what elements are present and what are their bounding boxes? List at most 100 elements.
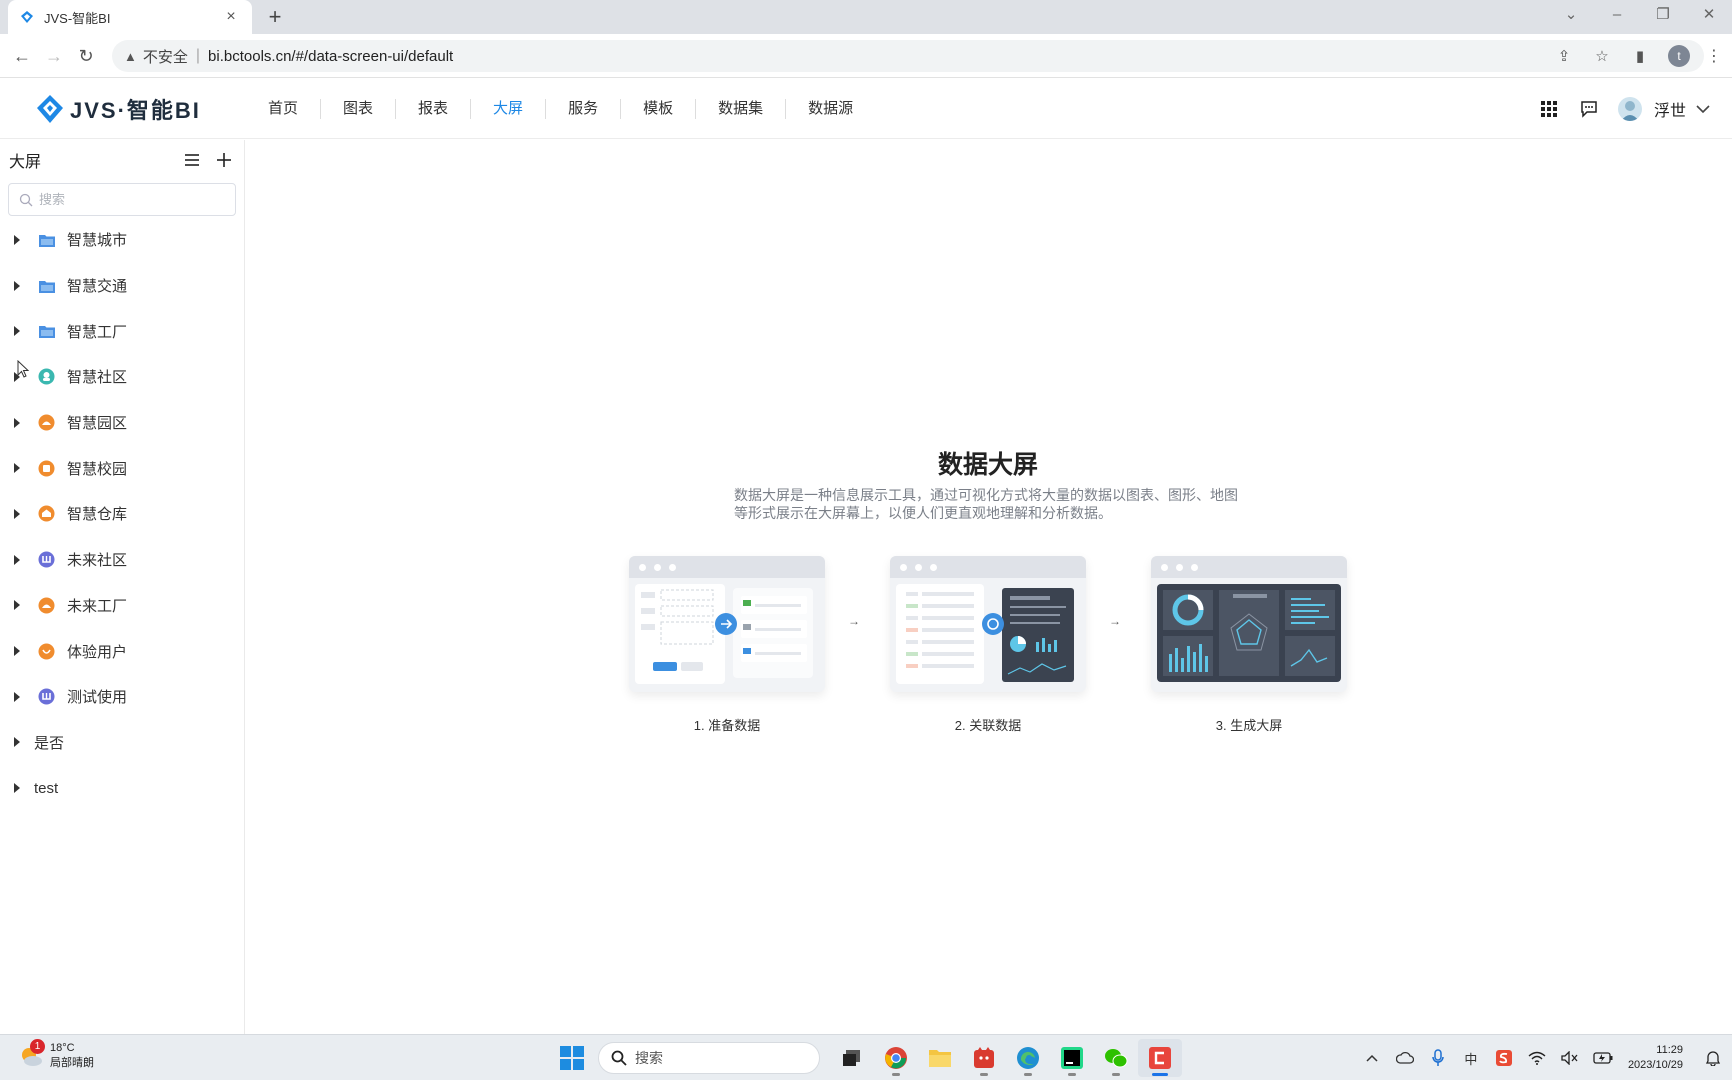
tree-item-test[interactable]: test [0,765,245,811]
task-view-icon[interactable] [830,1039,874,1077]
pycharm-icon[interactable] [1050,1039,1094,1077]
address-bar[interactable]: ▲ 不安全 | bi.bctools.cn/#/data-screen-ui/d… [112,40,1704,72]
bookmark-star-icon[interactable]: ☆ [1592,47,1612,65]
notification-badge: 1 [30,1039,45,1054]
step-arrow-icon: → [1109,614,1121,628]
forward-icon[interactable]: → [42,44,66,68]
search-input[interactable] [39,192,219,207]
app-cat-icon[interactable] [962,1039,1006,1077]
warehouse-circle-icon [38,505,55,522]
app-logo[interactable]: JVS·智能BI [36,93,201,125]
tree-item-label: 未来工厂 [67,597,128,615]
search-icon [19,193,33,207]
collapse-list-icon[interactable] [181,149,203,171]
share-icon[interactable]: ⇪ [1554,47,1574,65]
expand-caret-icon[interactable] [14,326,22,336]
tree-item-smart-campus[interactable]: 智慧校园 [0,445,245,491]
tree-item-smart-city[interactable]: 智慧城市 [0,217,245,263]
nav-big-screen[interactable]: 大屏 [471,99,547,119]
user-avatar[interactable] [1617,97,1642,121]
clock[interactable]: 11:29 2023/10/29 [1628,1043,1683,1073]
tree-item-label: 是否 [34,734,65,752]
wechat-icon[interactable] [1094,1039,1138,1077]
tab-search-icon[interactable]: ⌄ [1548,0,1594,34]
expand-caret-icon[interactable] [14,783,22,793]
nav-templates[interactable]: 模板 [621,99,697,119]
message-icon[interactable] [1578,98,1600,120]
tree-item-label: 智慧社区 [67,369,128,387]
profile-avatar[interactable]: t [1668,45,1690,67]
step-label: 2. 关联数据 [954,718,1022,733]
apps-grid-icon[interactable] [1538,98,1560,120]
expand-caret-icon[interactable] [14,418,22,428]
chevron-down-icon[interactable] [1696,101,1710,117]
browser-menu-icon[interactable]: ⋮ [1706,46,1722,66]
side-panel-icon[interactable]: ▮ [1630,47,1650,65]
cloud-icon[interactable] [1394,1047,1416,1069]
nav-services[interactable]: 服务 [546,99,622,119]
expand-caret-icon[interactable] [14,646,22,656]
chrome-icon[interactable] [874,1039,918,1077]
url-text[interactable]: bi.bctools.cn/#/data-screen-ui/default [208,48,453,65]
nav-reports[interactable]: 报表 [396,99,472,119]
nav-home[interactable]: 首页 [246,99,322,119]
tree-item-smart-warehouse[interactable]: 智慧仓库 [0,491,245,537]
tree-item-future-community[interactable]: 未来社区 [0,537,245,583]
tree-item-smart-traffic[interactable]: 智慧交通 [0,263,245,309]
battery-icon[interactable] [1592,1047,1614,1069]
park-circle-icon [38,414,55,431]
tree-item-label: 智慧交通 [67,278,128,296]
tree-item-testing[interactable]: 测试使用 [0,674,245,720]
taskbar-search[interactable]: 搜索 [598,1042,820,1074]
main-nav: 首页 图表 报表 大屏 服务 模板 数据集 数据源 [246,79,875,139]
system-tray: 中 11:29 2023/10/29 [1350,1035,1724,1080]
tree-item-trial-users[interactable]: 体验用户 [0,628,245,674]
back-icon[interactable]: ← [10,44,34,68]
tree-item-yes-no[interactable]: 是否 [0,720,245,766]
weather-widget[interactable]: 1 18°C 局部晴朗 [18,1039,94,1071]
nav-datasets[interactable]: 数据集 [696,99,787,119]
browser-tab[interactable]: JVS-智能BI × [8,0,252,34]
sidebar-search[interactable] [8,183,236,216]
reload-icon[interactable]: ↻ [74,44,98,68]
expand-caret-icon[interactable] [14,692,22,702]
expand-caret-icon[interactable] [14,235,22,245]
app-c-icon[interactable] [1138,1039,1182,1077]
expand-caret-icon[interactable] [14,509,22,519]
tree-item-smart-park[interactable]: 智慧园区 [0,400,245,446]
screen-tree: 智慧城市 智慧交通 智慧工厂 智慧社区 智慧园区 智慧校园 智慧仓库 未来社区 … [0,217,245,811]
nav-datasources[interactable]: 数据源 [786,99,875,119]
expand-caret-icon[interactable] [14,281,22,291]
restore-icon[interactable]: ❐ [1640,0,1686,34]
security-label[interactable]: 不安全 [143,46,188,67]
expand-caret-icon[interactable] [14,555,22,565]
community-circle-icon [38,368,55,385]
sogou-ime-icon[interactable] [1493,1047,1515,1069]
user-name[interactable]: 浮世 [1654,97,1686,121]
wifi-icon[interactable] [1526,1047,1548,1069]
file-explorer-icon[interactable] [918,1039,962,1077]
warning-icon[interactable]: ▲ [124,49,137,64]
edge-browser-icon[interactable] [1006,1039,1050,1077]
expand-caret-icon[interactable] [14,737,22,747]
add-icon[interactable] [213,149,235,171]
new-tab-button[interactable]: + [262,4,288,30]
expand-caret-icon[interactable] [14,600,22,610]
testing-circle-icon [38,688,55,705]
tree-item-smart-community[interactable]: 智慧社区 [0,354,245,400]
minimize-icon[interactable]: – [1594,0,1640,34]
expand-caret-icon[interactable] [14,463,22,473]
window-controls: ⌄ – ❐ ✕ [1548,0,1732,34]
tree-item-future-factory[interactable]: 未来工厂 [0,583,245,629]
ime-indicator[interactable]: 中 [1460,1047,1482,1069]
microphone-icon[interactable] [1427,1047,1449,1069]
notification-center-icon[interactable] [1702,1047,1724,1069]
chevron-up-icon[interactable] [1361,1047,1383,1069]
volume-muted-icon[interactable] [1559,1047,1581,1069]
windows-start-icon[interactable] [556,1042,588,1074]
tree-item-smart-factory[interactable]: 智慧工厂 [0,308,245,354]
close-window-icon[interactable]: ✕ [1686,0,1732,34]
sidebar: 大屏 智慧城市 智慧交通 智慧工厂 [0,140,245,1034]
nav-charts[interactable]: 图表 [321,99,397,119]
tab-close-icon[interactable]: × [222,8,240,26]
